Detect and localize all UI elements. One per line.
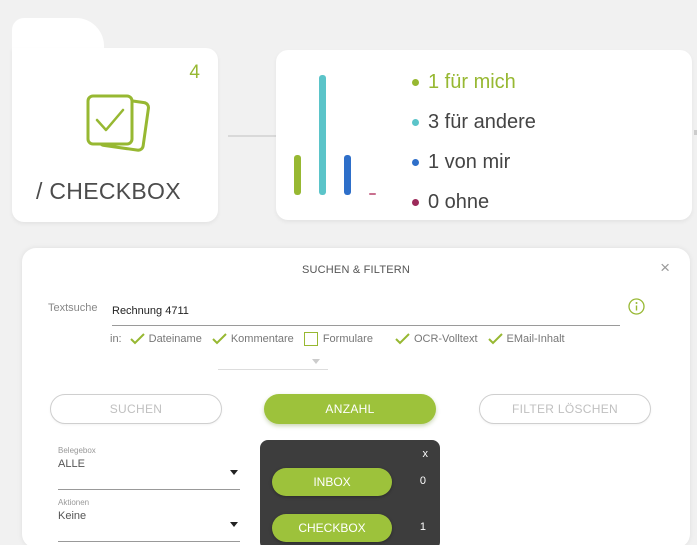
field-value: Keine xyxy=(58,510,87,522)
legend-dot xyxy=(412,158,419,166)
option-dateiname[interactable]: Dateiname xyxy=(129,333,202,345)
checkmark-icon xyxy=(395,333,410,345)
caret-down-icon xyxy=(230,470,238,475)
legend-dot xyxy=(412,198,419,206)
option-ocr-volltext[interactable]: OCR-Volltext xyxy=(395,333,478,345)
stat-bar-2 xyxy=(319,75,326,195)
checkmark-icon xyxy=(212,333,227,345)
in-label: in: xyxy=(110,333,122,345)
search-button[interactable]: SUCHEN xyxy=(50,394,222,424)
belegebox-select[interactable]: Belegebox ALLE xyxy=(58,446,240,490)
option-label: Kommentare xyxy=(230,333,294,345)
legend-item-ohne[interactable]: 0 ohne xyxy=(412,182,536,222)
legend-dot xyxy=(412,118,419,126)
option-kommentare[interactable]: Kommentare xyxy=(212,333,294,345)
search-filter-panel: SUCHEN & FILTERN × Textsuche in: Dateina… xyxy=(22,248,690,545)
stat-bar-3 xyxy=(344,155,351,195)
connector-line xyxy=(228,135,276,137)
checkbox-empty-icon xyxy=(303,332,318,346)
option-email-inhalt[interactable]: EMail-Inhalt xyxy=(487,333,565,345)
legend-label: 3 für andere xyxy=(428,110,536,133)
chevron-down-icon xyxy=(312,359,320,364)
aktionen-select[interactable]: Aktionen Keine xyxy=(58,498,240,542)
option-label: OCR-Volltext xyxy=(413,333,478,345)
checkbox-title: / CHECKBOX xyxy=(36,178,181,204)
stat-bar-4 xyxy=(369,193,376,195)
popup-close-icon[interactable]: x xyxy=(423,448,429,460)
result-checkbox-button[interactable]: CHECKBOX xyxy=(272,514,392,542)
more-options-dropdown[interactable] xyxy=(218,352,328,370)
text-search-label: Textsuche xyxy=(48,302,98,314)
info-icon[interactable] xyxy=(628,298,645,315)
field-label: Aktionen xyxy=(58,498,90,507)
count-result-popup: x INBOX 0 CHECKBOX 1 xyxy=(260,440,440,545)
field-label: Belegebox xyxy=(58,446,96,455)
legend-label: 0 ohne xyxy=(428,190,490,213)
option-label: EMail-Inhalt xyxy=(506,333,565,345)
count-button[interactable]: ANZAHL xyxy=(264,394,436,424)
panel-title: SUCHEN & FILTERN xyxy=(301,264,411,276)
close-icon[interactable]: × xyxy=(660,258,670,278)
checkbox-folder-card[interactable]: 4 / CHECKBOX xyxy=(12,48,218,222)
legend-item-fuer-mich[interactable]: 1 für mich xyxy=(412,62,536,102)
checkmark-icon xyxy=(129,333,145,345)
clear-filter-button[interactable]: FILTER LÖSCHEN xyxy=(479,394,651,424)
legend-item-fuer-andere[interactable]: 3 für andere xyxy=(412,102,536,142)
checkbox-count: 4 xyxy=(189,62,200,83)
option-label: Dateiname xyxy=(148,333,202,345)
legend-label: 1 für mich xyxy=(428,70,516,93)
checkmark-icon xyxy=(487,333,503,345)
caret-down-icon xyxy=(230,522,238,527)
legend-item-von-mir[interactable]: 1 von mir xyxy=(412,142,536,182)
stats-legend: 1 für mich 3 für andere 1 von mir 0 ohne xyxy=(412,62,536,222)
result-checkbox-count: 1 xyxy=(419,521,426,533)
text-search-input[interactable] xyxy=(112,296,620,326)
checkbox-stack-icon xyxy=(86,94,150,152)
legend-label: 1 von mir xyxy=(428,150,511,173)
field-value: ALLE xyxy=(58,458,85,470)
option-formulare[interactable]: Formulare xyxy=(303,332,373,346)
legend-dot xyxy=(412,78,419,86)
stat-bar-1 xyxy=(294,155,301,195)
search-scope-row: in: Dateiname Kommentare Formulare OCR-V… xyxy=(110,330,575,348)
stats-card: 1 für mich 3 für andere 1 von mir 0 ohne xyxy=(276,50,692,220)
option-label: Formulare xyxy=(322,333,373,345)
result-inbox-count: 0 xyxy=(419,475,426,487)
result-inbox-button[interactable]: INBOX xyxy=(272,468,392,496)
